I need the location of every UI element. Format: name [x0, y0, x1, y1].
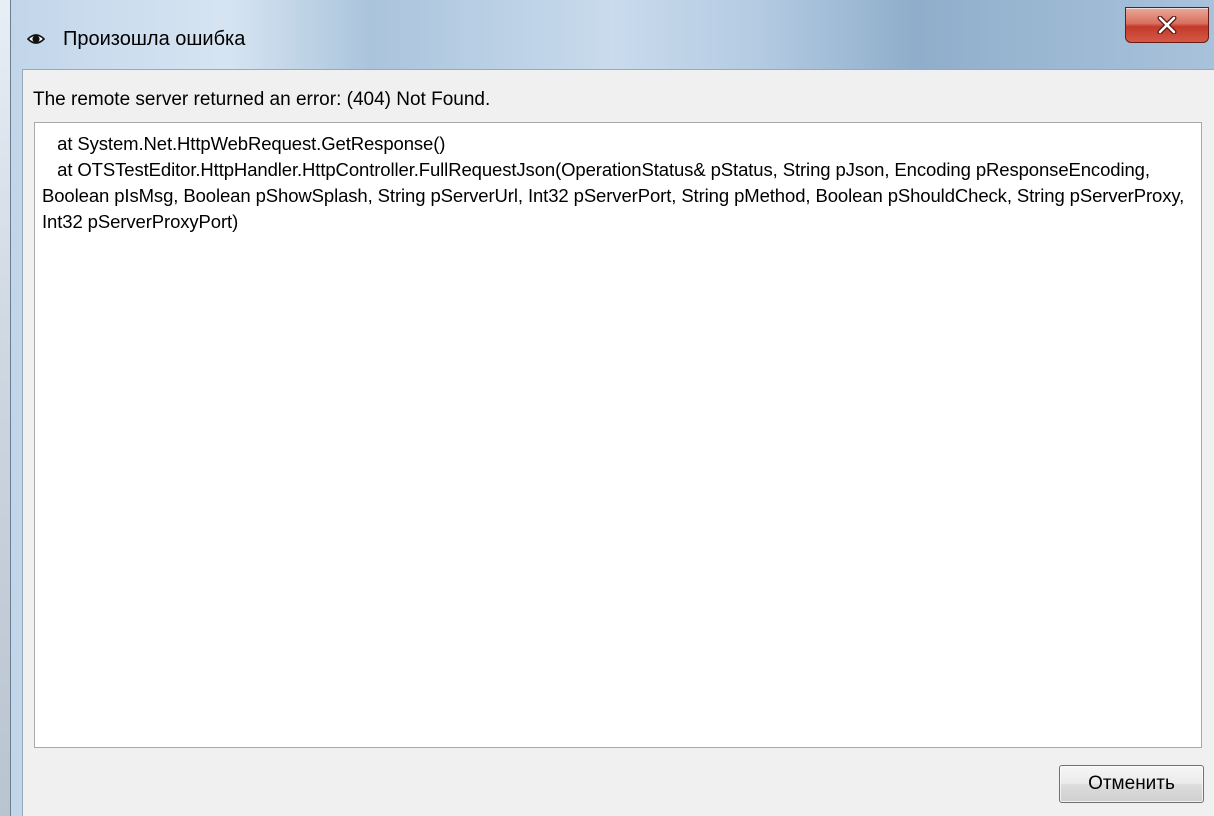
desktop-background [0, 0, 10, 816]
close-button[interactable] [1125, 7, 1209, 43]
error-eye-icon [26, 30, 46, 48]
error-message: The remote server returned an error: (40… [33, 89, 491, 110]
stack-trace-textbox[interactable]: at System.Net.HttpWebRequest.GetResponse… [34, 122, 1202, 748]
close-icon [1157, 16, 1177, 34]
cancel-button[interactable]: Отменить [1059, 765, 1204, 803]
dialog-content: The remote server returned an error: (40… [22, 69, 1214, 816]
stack-trace-text[interactable]: at System.Net.HttpWebRequest.GetResponse… [35, 123, 1201, 235]
window-title: Произошла ошибка [63, 28, 246, 50]
title-bar[interactable]: Произошла ошибка [11, 0, 1214, 68]
error-dialog: Произошла ошибка The remote server retur… [10, 0, 1214, 816]
